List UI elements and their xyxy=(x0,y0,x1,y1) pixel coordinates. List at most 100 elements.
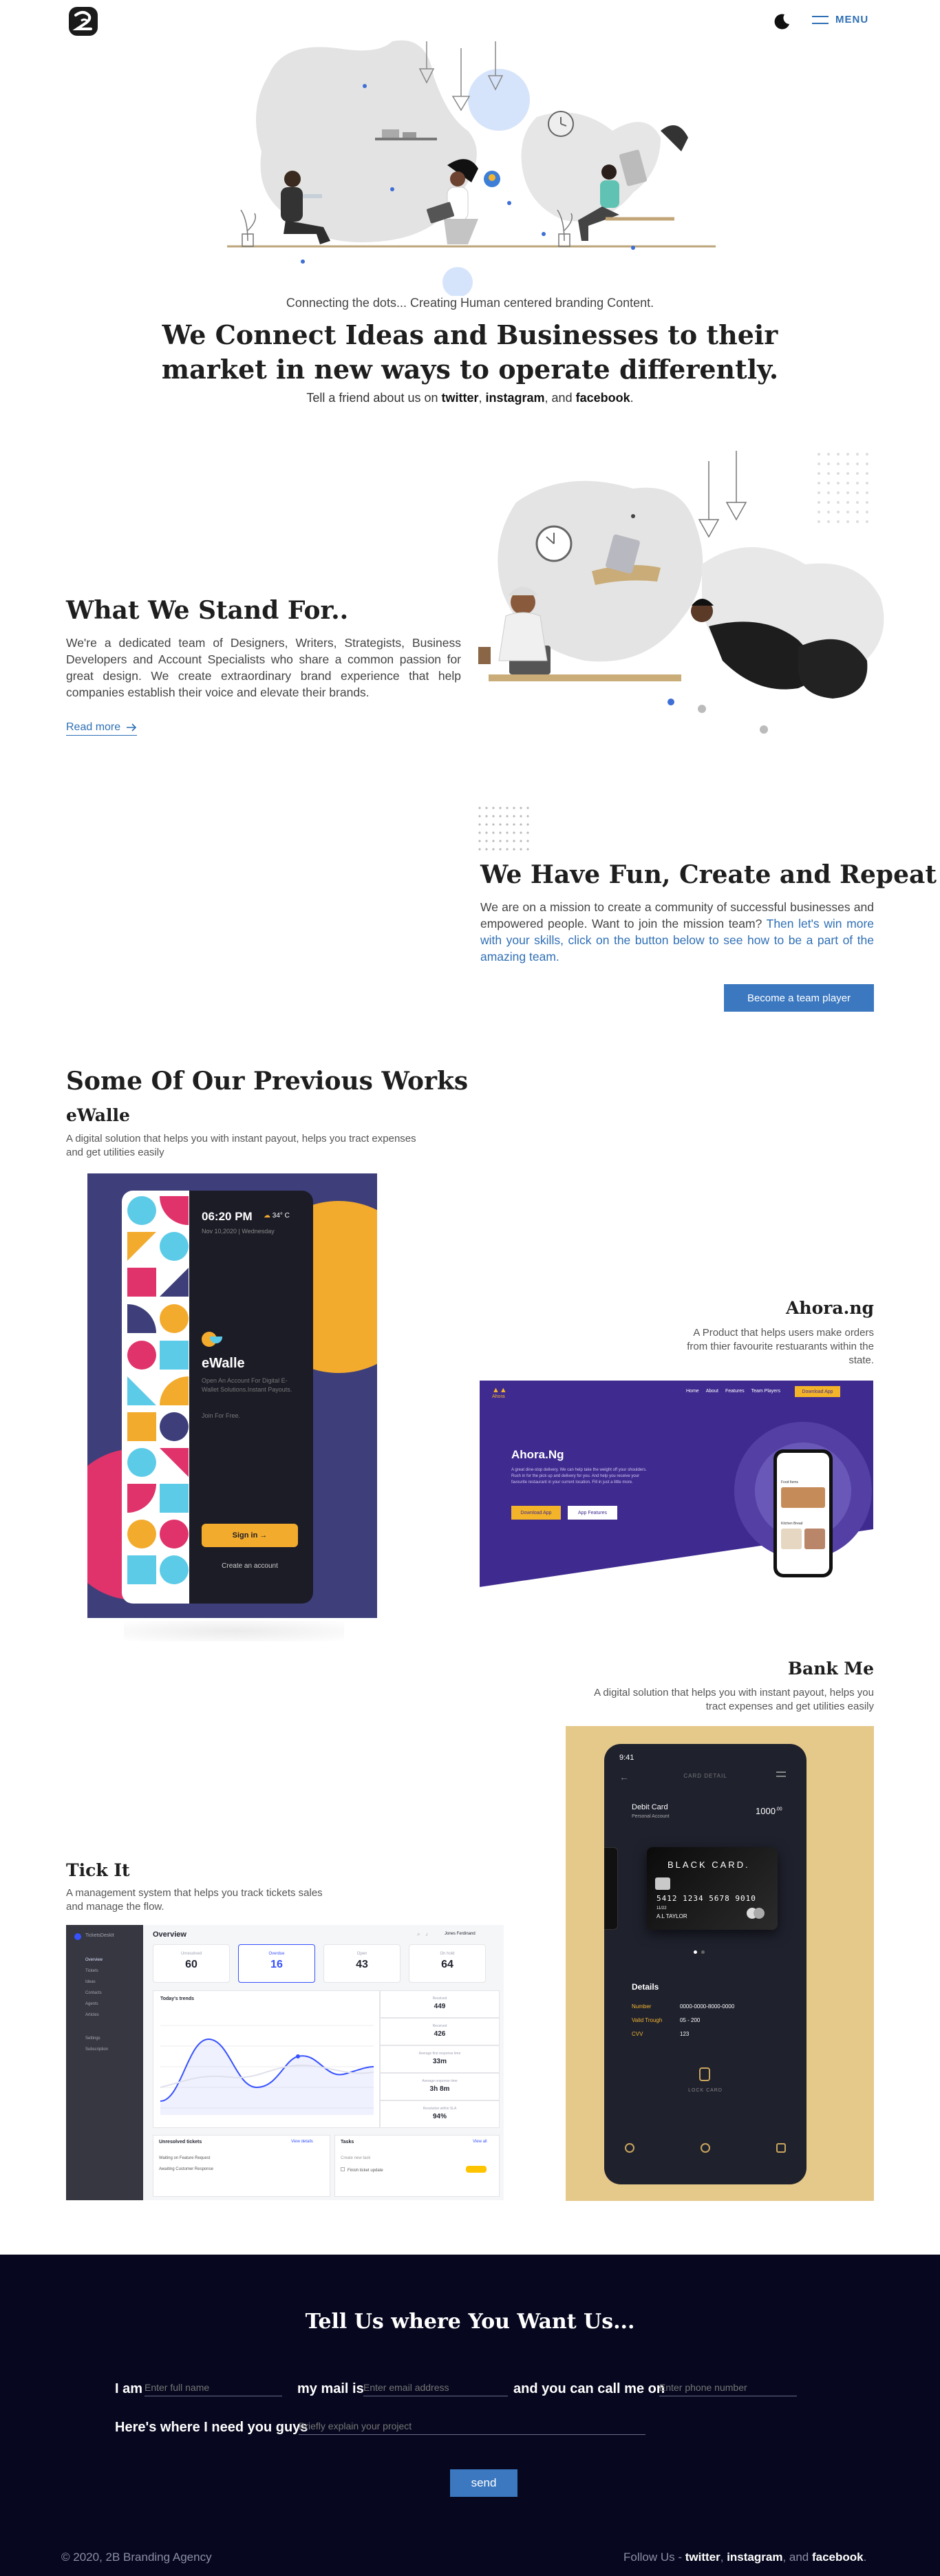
lock-icon[interactable] xyxy=(699,2067,710,2081)
project-input[interactable] xyxy=(299,2417,645,2435)
tickit-trend-chart: Today's trends xyxy=(153,1990,380,2128)
tickit-sidebar-item[interactable]: Contacts xyxy=(85,1991,102,1995)
dot xyxy=(513,848,515,851)
ahora-download-button[interactable]: Download App xyxy=(511,1506,561,1520)
tickit-sidebar-item[interactable]: Agents xyxy=(85,2002,98,2006)
full-name-input[interactable] xyxy=(145,2378,282,2396)
dot xyxy=(506,823,509,826)
tasks-link[interactable]: View all xyxy=(473,2140,487,2144)
tickit-sidebar-item[interactable]: Subscription xyxy=(85,2047,108,2052)
tickit-brand: TicketsDeskIt xyxy=(85,1933,114,1938)
wallet-icon[interactable] xyxy=(625,2143,634,2153)
bankme-lock-label: LOCK CARD xyxy=(688,2088,723,2093)
bankme-black-card[interactable]: BLACK CARD. 5412 1234 5678 9010 11/22 A.… xyxy=(647,1847,778,1930)
unresolved-link[interactable]: View details xyxy=(291,2140,313,2144)
ewalle-create-account[interactable]: Create an account xyxy=(202,1562,298,1570)
ahora-nav-item[interactable]: Features xyxy=(725,1389,745,1394)
dot xyxy=(818,482,820,485)
card-brand: BLACK CARD. xyxy=(667,1860,750,1870)
footer-twitter-link[interactable]: twitter xyxy=(685,2551,720,2564)
side-stat-value: 449 xyxy=(434,2003,446,2010)
dot xyxy=(827,472,830,475)
tickit-stat-card[interactable]: Open 43 xyxy=(323,1944,400,1983)
tickit-sidebar-item[interactable]: Tickets xyxy=(85,1969,98,1973)
ahora-nav-item[interactable]: About xyxy=(706,1389,718,1394)
instagram-link[interactable]: instagram xyxy=(486,391,545,405)
side-stat-label: Resolution within SLA xyxy=(423,2107,457,2111)
tickit-sidebar-item[interactable]: Ideas xyxy=(85,1980,96,1984)
email-input[interactable] xyxy=(363,2378,508,2396)
dot xyxy=(866,511,868,513)
twitter-link[interactable]: twitter xyxy=(442,391,479,405)
hero-share-line: Tell a friend about us on twitter, insta… xyxy=(0,391,940,405)
ewalle-signin-button[interactable]: Sign in → xyxy=(202,1524,298,1547)
bankme-mockup[interactable]: 9:41 ← CARD DETAIL Debit Card Personal A… xyxy=(566,1726,874,2201)
tasks-row[interactable]: Create new task xyxy=(341,2156,370,2160)
become-team-player-button[interactable]: Become a team player xyxy=(724,984,874,1012)
ewalle-join: Join For Free. xyxy=(202,1412,241,1419)
ahora-text: A great dine-stop delivery. We can help … xyxy=(511,1468,647,1484)
facebook-link[interactable]: facebook xyxy=(576,391,630,405)
tickit-stat-card[interactable]: On hold 64 xyxy=(409,1944,486,1983)
menu-button[interactable]: MENU xyxy=(812,14,868,25)
dot xyxy=(818,453,820,456)
stat-value: 64 xyxy=(441,1959,453,1970)
shield-icon[interactable] xyxy=(776,2143,786,2153)
dot xyxy=(818,511,820,513)
dot xyxy=(492,848,495,851)
bell-icon[interactable]: ♪ xyxy=(425,1931,428,1937)
tickit-sidebar-item[interactable]: Settings xyxy=(85,2036,100,2041)
menu-icon[interactable] xyxy=(776,1771,786,1777)
footer-instagram-link[interactable]: instagram xyxy=(727,2551,782,2564)
tickit-sidebar-item[interactable]: Overview xyxy=(85,1958,103,1962)
project-name-ahora: Ahora.ng xyxy=(786,1298,874,1318)
details-row: Valid Trough 05 - 200 xyxy=(632,2017,701,2023)
dot xyxy=(513,807,515,809)
follow-us: Follow Us - twitter, instagram, and face… xyxy=(623,2551,867,2564)
ahora-mockup[interactable]: ▲▲ Ahora Home About Features Team Player… xyxy=(480,1381,873,1601)
dot xyxy=(818,491,820,494)
unresolved-row: Waiting on Feature Request xyxy=(159,2156,211,2160)
tickit-mockup[interactable]: TicketsDeskIt Overview Tickets Ideas Contac… xyxy=(66,1925,504,2200)
ahora-nav-item[interactable]: Home xyxy=(686,1389,699,1394)
search-icon[interactable]: ⌕ xyxy=(417,1931,420,1938)
dot xyxy=(485,848,488,851)
ahora-nav-download-button[interactable]: Download App xyxy=(795,1386,840,1397)
stat-value: 60 xyxy=(185,1959,197,1970)
project-desc-tickit: A management system that helps you track… xyxy=(66,1887,323,1913)
dot xyxy=(846,472,849,475)
send-button[interactable]: send xyxy=(450,2469,517,2497)
dot xyxy=(499,831,502,834)
brand-logo[interactable] xyxy=(67,6,99,37)
hero-illustration xyxy=(227,40,716,296)
dark-mode-moon-icon[interactable] xyxy=(773,12,791,30)
tickit-stat-card[interactable]: Overdue 16 xyxy=(238,1944,315,1983)
ewalle-shadow xyxy=(124,1621,344,1641)
dot xyxy=(478,807,481,809)
tickit-user[interactable]: Jones Ferdinand xyxy=(445,1932,476,1936)
call-me-label: and you can call me on xyxy=(513,2381,665,2396)
stand-for-title: What We Stand For.. xyxy=(66,596,349,625)
phone-input[interactable] xyxy=(659,2378,797,2396)
tickit-stat-card[interactable]: Unresolved 60 xyxy=(153,1944,230,1983)
project-desc-ewalle: A digital solution that helps you with i… xyxy=(66,1133,416,1158)
dot xyxy=(818,501,820,504)
menu-label: MENU xyxy=(835,14,869,25)
ahora-nav-item[interactable]: Team Players xyxy=(751,1389,780,1394)
footer-facebook-link[interactable]: facebook xyxy=(812,2551,864,2564)
tasks-row[interactable]: Finish ticket update xyxy=(341,2167,383,2173)
dot xyxy=(837,472,840,475)
ewalle-mockup[interactable]: 06:20 PM ☁ 34° C Nov 10,2020 | Wednesday… xyxy=(87,1173,377,1618)
bankme-balance: 1000.00 xyxy=(756,1806,782,1816)
dot xyxy=(827,501,830,504)
dot xyxy=(827,462,830,465)
home-icon[interactable] xyxy=(701,2143,710,2153)
read-more-link[interactable]: Read more xyxy=(66,721,138,736)
tickit-sidebar-item[interactable]: Articles xyxy=(85,2013,99,2017)
dot xyxy=(499,807,502,809)
dot xyxy=(513,815,515,818)
dot xyxy=(499,823,502,826)
tickit-sidebar: TicketsDeskIt Overview Tickets Ideas Contac… xyxy=(66,1925,143,2200)
ahora-features-button[interactable]: App Features xyxy=(568,1506,617,1520)
dot xyxy=(506,815,509,818)
